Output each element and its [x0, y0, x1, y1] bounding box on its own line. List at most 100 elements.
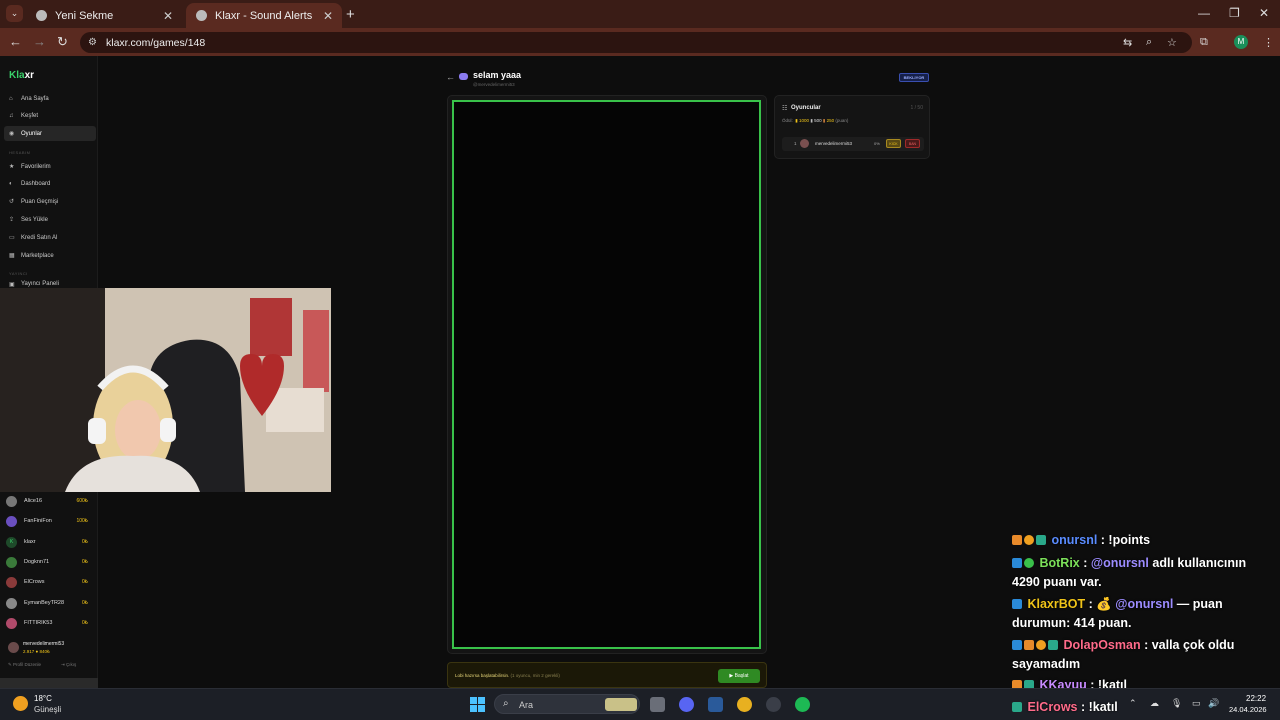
weather-temperature[interactable]: 18°C [34, 694, 52, 703]
leaderboard-row[interactable]: Alice16 600₺ [6, 492, 94, 510]
taskbar-search[interactable]: ⌕ Ara [494, 694, 640, 714]
history-icon: ↺ [9, 199, 15, 205]
badge-icon [1012, 640, 1022, 650]
minimize-button[interactable]: — [1198, 6, 1210, 20]
search-highlight-image [605, 698, 637, 711]
leaderboard-name: ElCrows [24, 579, 45, 585]
badge-icon [1012, 535, 1022, 545]
badge-icon [1048, 640, 1058, 650]
address-bar[interactable]: klaxr.com/games/148 [80, 32, 1192, 53]
close-window-button[interactable]: ✕ [1259, 6, 1269, 20]
lobby-message: Lobi hazırsa başlatabilirsin. [455, 673, 510, 678]
weather-sun-icon[interactable] [13, 696, 28, 711]
star-icon: ★ [9, 164, 15, 170]
current-user[interactable]: mervedelimermi53 2.917 ● 840₺ [6, 640, 94, 662]
sidebar-item-buy-credit[interactable]: ▭ Kredi Satın Al [4, 230, 96, 245]
sidebar-item-explore[interactable]: ♫ Keşfet [4, 108, 96, 123]
game-canvas[interactable] [452, 100, 761, 649]
profile-edit-link[interactable]: ✎ Profil Düzenle [8, 662, 41, 668]
leaderboard-row[interactable]: Dogknn71 0₺ [6, 553, 94, 571]
sidebar-item-label: Ana Sayfa [21, 95, 49, 102]
reload-button[interactable]: ↻ [57, 34, 68, 50]
sidebar-item-upload-sound[interactable]: ⇪ Ses Yükle [4, 212, 96, 227]
tab-klaxr[interactable]: Klaxr - Sound Alerts ✕ [186, 3, 342, 28]
card-icon: ▭ [9, 235, 15, 241]
leaderboard-name: klaxr [24, 539, 36, 545]
site-logo[interactable]: Klaxr [9, 70, 34, 81]
prize-third: 250 [826, 118, 835, 123]
sidebar-item-games[interactable]: ◉ Oyunlar [4, 126, 96, 141]
player-rank: 1 [794, 141, 797, 146]
chat-text: : 💰 [1085, 597, 1116, 611]
sidebar-item-label: Oyunlar [21, 130, 43, 137]
ban-button[interactable]: BAN [905, 139, 920, 148]
sidebar-item-marketplace[interactable]: ▦ Marketplace [4, 248, 96, 263]
windows-start-icon[interactable] [470, 697, 485, 712]
sidebar-item-label: Ses Yükle [21, 216, 48, 223]
spotify-icon[interactable] [795, 697, 810, 712]
badge-icon [1036, 535, 1046, 545]
webcam-overlay [0, 288, 331, 492]
chat-username: ElCrows [1027, 700, 1078, 714]
leaderboard-points: 0₺ [82, 559, 88, 565]
prize-first: 1000 [799, 118, 810, 123]
translate-icon[interactable]: ⇆ [1123, 36, 1132, 49]
sidebar-item-points-history[interactable]: ↺ Puan Geçmişi [4, 194, 96, 209]
store-icon: ▦ [9, 253, 15, 259]
leaderboard-row[interactable]: ElCrows 0₺ [6, 573, 94, 591]
badge-icon [1036, 640, 1046, 650]
weather-description[interactable]: Güneşli [34, 705, 61, 714]
logout-link[interactable]: ⇥ Çıkış [61, 662, 76, 668]
sidebar-item-favorites[interactable]: ★ Favorilerim [4, 159, 96, 174]
extensions-icon[interactable]: ⧉ [1200, 36, 1208, 49]
new-tab-button[interactable]: + [346, 6, 355, 23]
chrome-icon[interactable] [737, 697, 752, 712]
profile-avatar[interactable]: M [1234, 35, 1248, 49]
sidebar-item-label: Puan Geçmişi [21, 198, 59, 205]
close-tab-icon[interactable]: ✕ [323, 9, 333, 23]
player-name: mervedelimermi53 [815, 141, 853, 146]
players-icon: ☷ [782, 106, 788, 112]
site-info-icon[interactable]: ⚙ [88, 37, 97, 48]
discord-icon[interactable] [679, 697, 694, 712]
section-label-broadcaster: YAYINCI [9, 271, 28, 276]
chat-message: DolapOsman : valla çok oldu sayamadım [1012, 636, 1276, 674]
tab-search-button[interactable]: ⌄ [6, 5, 23, 22]
back-button[interactable]: ← [9, 34, 22, 49]
bookmark-star-icon[interactable]: ☆ [1167, 36, 1177, 49]
close-tab-icon[interactable]: ✕ [163, 9, 173, 23]
back-arrow-icon[interactable]: ← [446, 72, 455, 82]
sidebar-item-dashboard[interactable]: ◐ Dashboard [4, 176, 96, 191]
obs-icon[interactable] [766, 697, 781, 712]
broadcast-icon: ▣ [9, 281, 15, 288]
tab-new-tab[interactable]: Yeni Sekme ✕ [26, 3, 182, 28]
zoom-icon[interactable]: ⌕ [1146, 36, 1152, 49]
restore-button[interactable]: ❐ [1229, 6, 1240, 20]
medal-icon: ▮ [822, 118, 826, 123]
browser-tab-bar: ⌄ Yeni Sekme ✕ Klaxr - Sound Alerts ✕ + … [0, 0, 1280, 28]
prize-info: Ödül: ▮ 1000 ▮ 500 ▮ 250 (puan) [782, 118, 848, 124]
sidebar-item-broadcaster-panel[interactable]: ▣ Yayıncı Paneli [4, 280, 96, 288]
chat-message: KlaxrBOT : 💰 @onursnl — puan durumun: 41… [1012, 595, 1276, 633]
app-icon[interactable] [708, 697, 723, 712]
game-title: selam yaaa [473, 70, 522, 80]
avatar [6, 597, 17, 609]
leaderboard-row[interactable]: FITTIRIK53 0₺ [6, 614, 94, 632]
leaderboard-row[interactable]: FanFiniFon 100₺ [6, 512, 94, 530]
leaderboard-points: 600₺ [76, 498, 88, 504]
sidebar-scrollbar[interactable] [0, 678, 98, 688]
badge-icon [1024, 535, 1034, 545]
badge-icon [1012, 702, 1022, 712]
start-game-button[interactable]: ▶ Başlat [718, 669, 760, 683]
badge-icon [1012, 558, 1022, 568]
avatar [800, 139, 809, 148]
leaderboard-row[interactable]: Kklaxr 0₺ [6, 533, 94, 551]
browser-toolbar: ← → ↻ klaxr.com/games/148 ⇆ ⌕ ☆ ⧉ ⋮ [0, 28, 1280, 56]
globe-icon [196, 10, 207, 21]
task-view-icon[interactable] [650, 697, 665, 712]
sidebar-item-home[interactable]: ⌂ Ana Sayfa [4, 91, 96, 106]
forward-button[interactable]: → [33, 34, 46, 49]
menu-icon[interactable]: ⋮ [1263, 36, 1274, 49]
kick-button[interactable]: KICK [886, 139, 901, 148]
leaderboard-row[interactable]: EymanBeyTR28 0₺ [6, 594, 94, 612]
